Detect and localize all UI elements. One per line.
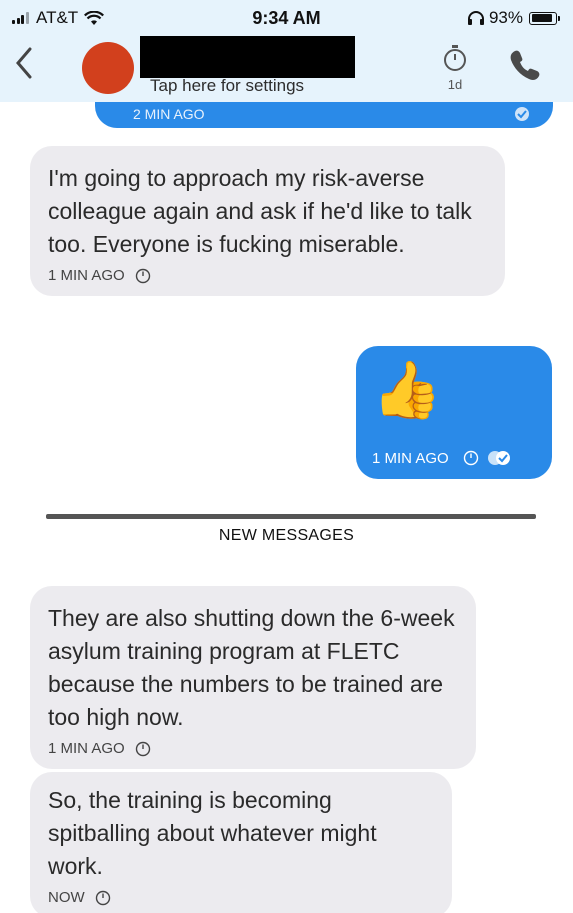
contact-name-redacted[interactable] [140,36,355,78]
message-bubble-incoming[interactable]: I'm going to approach my risk-averse col… [30,146,505,296]
avatar[interactable] [82,42,134,94]
message-meta: 1 MIN AGO [48,740,458,757]
message-meta: 1 MIN AGO [48,267,487,284]
stopwatch-icon [444,45,466,71]
headphones-icon [467,11,484,25]
timer-icon [95,890,110,905]
message-bubble-incoming[interactable]: They are also shutting down the 6-week a… [30,586,476,769]
battery-percent: 93% [488,8,523,27]
settings-hint[interactable]: Tap here for settings [150,76,304,96]
timer-icon [463,450,478,466]
phone-icon[interactable] [508,48,542,82]
message-meta: 1 MIN AGO [372,449,513,467]
timer-icon [135,741,150,756]
message-timestamp: 1 MIN AGO [372,449,449,467]
timer-icon [135,268,150,283]
message-timestamp: 1 MIN AGO [48,740,125,757]
message-timestamp: 1 MIN AGO [48,267,125,284]
message-meta: NOW [48,889,434,906]
message-text: So, the training is becoming spitballing… [48,787,377,879]
message-timestamp: 2 MIN AGO [133,106,205,122]
read-receipt-icon [515,107,529,121]
status-bar: AT&T 9:34 AM 93% [0,0,573,36]
new-messages-divider [46,514,536,519]
thumbs-up-emoji: 👍 [372,358,442,421]
chat-header: Tap here for settings 1d [0,36,573,102]
timer-label: 1d [447,77,463,92]
read-receipt-icon [487,451,510,465]
battery-icon [529,11,560,25]
message-bubble-incoming[interactable]: So, the training is becoming spitballing… [30,772,452,913]
chevron-left-icon[interactable] [14,46,34,80]
battery-fill [531,14,552,22]
disappearing-timer-button[interactable]: 1d [440,44,470,92]
status-right: 93% [467,8,560,28]
new-messages-label: NEW MESSAGES [218,527,355,544]
message-text: I'm going to approach my risk-averse col… [48,165,472,257]
message-text: They are also shutting down the 6-week a… [48,605,455,730]
message-bubble-outgoing[interactable]: 👍 1 MIN AGO [356,346,552,479]
message-timestamp: NOW [48,889,85,906]
